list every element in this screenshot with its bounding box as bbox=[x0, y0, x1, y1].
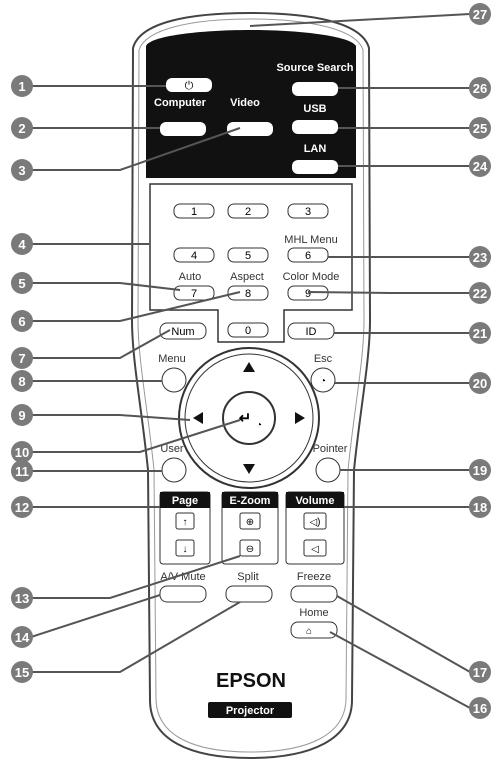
callout-27-label: 27 bbox=[473, 7, 487, 22]
pointer-button[interactable] bbox=[315, 457, 341, 483]
brand-logo: EPSON bbox=[216, 670, 286, 692]
source-search-button[interactable] bbox=[292, 82, 338, 96]
volume-label: Volume bbox=[296, 495, 335, 507]
callout-25-label: 25 bbox=[473, 121, 487, 136]
callout-12-label: 12 bbox=[15, 500, 29, 515]
callout-26-label: 26 bbox=[473, 81, 487, 96]
callout-3-label: 3 bbox=[18, 163, 25, 178]
callout-23-label: 23 bbox=[473, 250, 487, 265]
key-7-label: 7 bbox=[191, 288, 197, 300]
callout-6-label: 6 bbox=[18, 314, 25, 329]
esc-label: Esc bbox=[314, 353, 333, 365]
callout-7-label: 7 bbox=[18, 351, 25, 366]
key-0[interactable]: 0 bbox=[227, 322, 269, 338]
callout-8-label: 8 bbox=[18, 374, 25, 389]
key-2[interactable]: 2 bbox=[227, 203, 269, 219]
page-up-icon: ↑ bbox=[183, 517, 188, 528]
split-label: Split bbox=[237, 571, 258, 583]
callout-24-label: 24 bbox=[473, 159, 488, 174]
computer-label: Computer bbox=[154, 97, 207, 109]
callout-16-label: 16 bbox=[473, 701, 487, 716]
key-3-label: 3 bbox=[305, 206, 311, 218]
callout-20-label: 20 bbox=[473, 376, 487, 391]
lan-button[interactable] bbox=[292, 160, 338, 174]
key-7[interactable]: 7 bbox=[173, 285, 215, 301]
product-label: Projector bbox=[226, 705, 275, 717]
id-label: ID bbox=[306, 326, 317, 338]
split-button[interactable] bbox=[225, 585, 273, 603]
lan-label: LAN bbox=[304, 143, 327, 155]
callout-15-label: 15 bbox=[15, 665, 29, 680]
computer-button[interactable] bbox=[160, 122, 206, 136]
key-6-label: 6 bbox=[305, 250, 311, 262]
key-5[interactable]: 5 bbox=[227, 247, 269, 263]
callout-1-label: 1 bbox=[18, 79, 25, 94]
key-5-label: 5 bbox=[245, 250, 251, 262]
enter-mouse-icon: ◔ bbox=[256, 420, 262, 431]
num-label: Num bbox=[171, 326, 194, 338]
home-label: Home bbox=[299, 607, 328, 619]
callout-21-label: 21 bbox=[473, 326, 487, 341]
home-button[interactable] bbox=[290, 621, 338, 639]
av-mute-button[interactable] bbox=[159, 585, 207, 603]
callout-22-label: 22 bbox=[473, 286, 487, 301]
key-2-label: 2 bbox=[245, 206, 251, 218]
aspect-label: Aspect bbox=[230, 271, 264, 283]
callout-17-label: 17 bbox=[473, 665, 487, 680]
menu-button[interactable] bbox=[161, 367, 187, 393]
color-mode-label: Color Mode bbox=[283, 271, 340, 283]
key-9-label: 9 bbox=[305, 288, 311, 300]
key-4[interactable]: 4 bbox=[173, 247, 215, 263]
power-icon: ⏻ bbox=[185, 80, 194, 92]
zoom-in-icon: ⊕ bbox=[246, 517, 254, 528]
volume-up-icon: ◁) bbox=[309, 517, 320, 528]
av-mute-label: A/V Mute bbox=[160, 571, 205, 583]
key-0-label: 0 bbox=[245, 325, 251, 337]
volume-group: Volume ◁) ◁ bbox=[285, 491, 345, 565]
key-8-label: 8 bbox=[245, 288, 251, 300]
page-down-icon: ↓ bbox=[183, 544, 188, 555]
usb-label: USB bbox=[303, 103, 326, 115]
key-4-label: 4 bbox=[191, 250, 197, 262]
callout-13-label: 13 bbox=[15, 591, 29, 606]
key-1[interactable]: 1 bbox=[173, 203, 215, 219]
callout-14-label: 14 bbox=[15, 630, 30, 645]
mhl-menu-label: MHL Menu bbox=[284, 234, 337, 246]
remote-diagram: ⏻ Computer Video Source Search USB LAN 1… bbox=[11, 3, 491, 760]
key-1-label: 1 bbox=[191, 206, 197, 218]
ezoom-group: E-Zoom ⊕ ⊖ bbox=[221, 491, 279, 565]
callout-18-label: 18 bbox=[473, 500, 487, 515]
key-6[interactable]: 6 bbox=[287, 247, 329, 263]
callout-10-label: 10 bbox=[15, 445, 29, 460]
callout-9-label: 9 bbox=[18, 408, 25, 423]
pointer-label: Pointer bbox=[313, 443, 348, 455]
source-search-label: Source Search bbox=[276, 62, 353, 74]
callout-19-label: 19 bbox=[473, 463, 487, 478]
callout-2-label: 2 bbox=[18, 121, 25, 136]
callout-11-label: 11 bbox=[15, 464, 29, 479]
page-label: Page bbox=[172, 495, 198, 507]
volume-down-icon: ◁ bbox=[311, 544, 319, 555]
video-button[interactable] bbox=[227, 122, 273, 136]
home-icon: ⌂ bbox=[306, 626, 312, 637]
usb-button[interactable] bbox=[292, 120, 338, 134]
enter-icon: ↵ bbox=[239, 410, 252, 427]
zoom-out-icon: ⊖ bbox=[246, 544, 254, 555]
callout-4-label: 4 bbox=[18, 237, 26, 252]
id-button[interactable]: ID bbox=[287, 322, 335, 340]
user-button[interactable] bbox=[161, 457, 187, 483]
esc-mouse-icon: ◔ bbox=[320, 376, 326, 387]
video-label: Video bbox=[230, 97, 260, 109]
key-3[interactable]: 3 bbox=[287, 203, 329, 219]
menu-label: Menu bbox=[158, 353, 186, 365]
freeze-label: Freeze bbox=[297, 571, 331, 583]
freeze-button[interactable] bbox=[290, 585, 338, 603]
auto-label: Auto bbox=[179, 271, 202, 283]
page-group: Page ↑ ↓ bbox=[159, 491, 211, 565]
ezoom-label: E-Zoom bbox=[230, 495, 271, 507]
callout-5-label: 5 bbox=[18, 276, 25, 291]
